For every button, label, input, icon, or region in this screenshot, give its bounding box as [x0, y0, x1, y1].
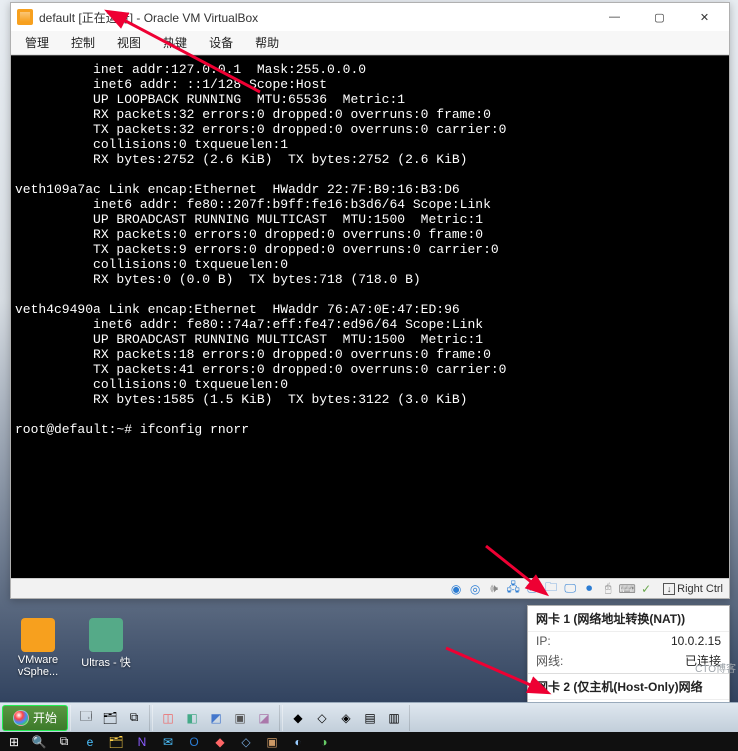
close-button[interactable]: ✕	[682, 3, 727, 31]
record-icon[interactable]: ⏺	[581, 581, 597, 597]
net-card1-title: 网卡 1 (网络地址转换(NAT))	[528, 606, 729, 632]
mail-icon[interactable]: ✉	[156, 732, 180, 751]
mouse-integration-icon[interactable]: 🖰	[600, 581, 616, 597]
quicklaunch-tray2: ◆ ◇ ◈ ▤ ▥	[282, 705, 410, 731]
onenote-icon[interactable]: N	[130, 732, 154, 751]
task-cmd-icon[interactable]: ▣	[229, 707, 251, 729]
statusbar: ◉ ◎ 🕪 🖧 ⎙ 🗀 🖵 ⏺ 🖰 ⌨ ✓ ↓ Right Ctrl	[11, 578, 729, 598]
keyboard-icon[interactable]: ⌨	[619, 581, 635, 597]
start10-button[interactable]: ⊞	[2, 732, 26, 751]
menu-view[interactable]: 视图	[107, 32, 151, 53]
hostkey-label: Right Ctrl	[677, 583, 723, 595]
titlebar[interactable]: default [正在运行] - Oracle VM VirtualBox — …	[11, 3, 729, 31]
desktop-icon-label: Ultras - 快	[80, 654, 132, 670]
search-icon[interactable]: 🔍	[28, 732, 50, 751]
app4-icon[interactable]: ◐	[286, 732, 310, 751]
menubar: 管理 控制 视图 热键 设备 帮助	[11, 31, 729, 55]
network-icon[interactable]: 🖧	[505, 581, 521, 597]
indicator-icon[interactable]: ✓	[638, 581, 654, 597]
task-app4-icon[interactable]: ◪	[253, 707, 275, 729]
app5-icon[interactable]: ◑	[312, 732, 336, 751]
task-app3-icon[interactable]: ◩	[205, 707, 227, 729]
ql-app5-icon[interactable]: ◆	[287, 707, 309, 729]
ql-app9-icon[interactable]: ▥	[383, 707, 405, 729]
taskbar-win7[interactable]: 开始 🗔 🗂 ⧉ ◫ ◧ ◩ ▣ ◪ ◆ ◇ ◈ ▤ ▥	[0, 702, 738, 732]
maximize-button[interactable]: ▢	[637, 3, 682, 31]
watermark: CTO博客	[695, 660, 736, 675]
display-icon[interactable]: 🖵	[562, 581, 578, 597]
vmware-icon	[21, 618, 55, 652]
quicklaunch-tray: 🗔 🗂 ⧉	[70, 705, 150, 731]
harddisk-icon[interactable]: ◉	[448, 581, 464, 597]
audio-icon[interactable]: 🕪	[486, 581, 502, 597]
desktop-icon-ultras[interactable]: Ultras - 快	[80, 618, 132, 670]
menu-help[interactable]: 帮助	[245, 32, 289, 53]
net-card1-ip-label: IP:	[536, 634, 584, 648]
menu-devices[interactable]: 设备	[199, 32, 243, 53]
ql-switch-icon[interactable]: ⧉	[123, 707, 145, 729]
ql-app8-icon[interactable]: ▤	[359, 707, 381, 729]
hostkey-indicator: ↓ Right Ctrl	[663, 583, 723, 595]
ultras-icon	[89, 618, 123, 652]
usb-icon[interactable]: ⎙	[524, 581, 540, 597]
shared-folder-icon[interactable]: 🗀	[543, 581, 559, 597]
minimize-button[interactable]: —	[592, 3, 637, 31]
optical-icon[interactable]: ◎	[467, 581, 483, 597]
net-card1-ip: 10.0.2.15	[584, 634, 721, 648]
app3-icon[interactable]: ▣	[260, 732, 284, 751]
ql-app6-icon[interactable]: ◇	[311, 707, 333, 729]
menu-hotkey[interactable]: 热键	[153, 32, 197, 53]
net-card1-cable-label: 网线:	[536, 652, 584, 669]
ql-app7-icon[interactable]: ◈	[335, 707, 357, 729]
desktop-icon-vmware[interactable]: VMware vSphe...	[12, 618, 64, 678]
task-app2-icon[interactable]: ◧	[181, 707, 203, 729]
outlook-icon[interactable]: O	[182, 732, 206, 751]
start-label: 开始	[33, 709, 57, 726]
window-title: default [正在运行] - Oracle VM VirtualBox	[39, 9, 258, 26]
app-icon[interactable]: ◆	[208, 732, 232, 751]
hostkey-arrow-icon: ↓	[663, 583, 675, 595]
virtualbox-window: default [正在运行] - Oracle VM VirtualBox — …	[10, 2, 730, 599]
taskbar-win10[interactable]: ⊞ 🔍 ⧉ e 🗂 N ✉ O ◆ ◇ ▣ ◐ ◑	[0, 732, 738, 751]
edge-icon[interactable]: e	[78, 732, 102, 751]
virtualbox-icon	[17, 9, 33, 25]
menu-manage[interactable]: 管理	[15, 32, 59, 53]
task-app1-icon[interactable]: ◫	[157, 707, 179, 729]
ql-show-desktop-icon[interactable]: 🗔	[75, 707, 97, 729]
app2-icon[interactable]: ◇	[234, 732, 258, 751]
terminal-output[interactable]: inet addr:127.0.0.1 Mask:255.0.0.0 inet6…	[11, 55, 729, 578]
menu-control[interactable]: 控制	[61, 32, 105, 53]
windows-orb-icon	[13, 710, 29, 726]
desktop-icon-label: VMware vSphe...	[12, 654, 64, 678]
start-button[interactable]: 开始	[2, 705, 68, 731]
running-tasks: ◫ ◧ ◩ ▣ ◪	[152, 705, 280, 731]
net-card2-title: 网卡 2 (仅主机(Host-Only)网络	[528, 674, 729, 700]
explorer-icon[interactable]: 🗂	[104, 732, 128, 751]
ql-explorer-icon[interactable]: 🗂	[99, 707, 121, 729]
taskview-icon[interactable]: ⧉	[52, 732, 76, 751]
